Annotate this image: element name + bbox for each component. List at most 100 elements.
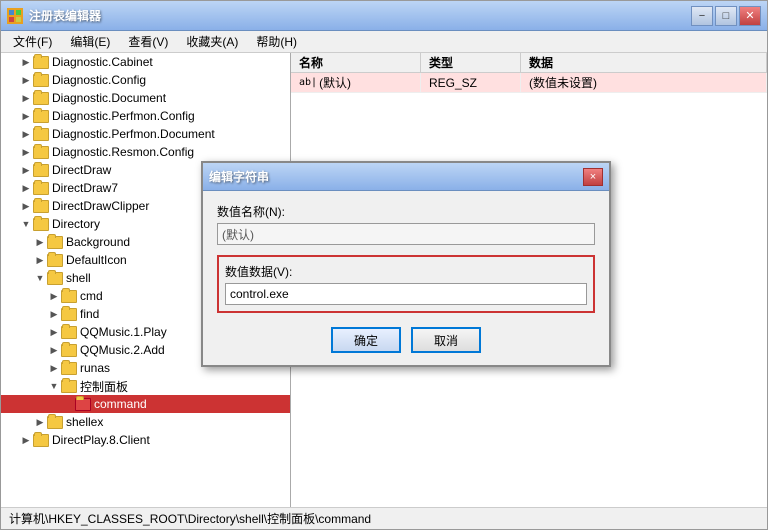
value-name-label: 数值名称(N): [217, 203, 595, 220]
expander-diagnostic-perfmon-config: ▶ [19, 109, 33, 123]
folder-icon [47, 271, 63, 285]
tree-label-controlpanel: 控制面板 [80, 378, 128, 395]
menu-file[interactable]: 文件(F) [5, 31, 60, 52]
expander-diagnostic-perfmon-document: ▶ [19, 127, 33, 141]
tree-item-diagnostic-resmon-config[interactable]: ▶ Diagnostic.Resmon.Config [1, 143, 290, 161]
tree-label-qqmusic1: QQMusic.1.Play [80, 325, 167, 339]
folder-icon [33, 181, 49, 195]
tree-label-defaulticon: DefaultIcon [66, 253, 127, 267]
dialog-close-button[interactable]: × [583, 168, 603, 186]
folder-icon [33, 91, 49, 105]
menu-edit[interactable]: 编辑(E) [62, 31, 118, 52]
tree-item-diagnostic-perfmon-config[interactable]: ▶ Diagnostic.Perfmon.Config [1, 107, 290, 125]
folder-icon [47, 235, 63, 249]
window-title: 注册表编辑器 [29, 7, 691, 24]
expander-diagnostic-config: ▶ [19, 73, 33, 87]
tree-label-shellex: shellex [66, 415, 103, 429]
tree-label-directory: Directory [52, 217, 100, 231]
tree-label-qqmusic2: QQMusic.2.Add [80, 343, 165, 357]
expander-command [61, 397, 75, 411]
tree-item-diagnostic-perfmon-document[interactable]: ▶ Diagnostic.Perfmon.Document [1, 125, 290, 143]
cell-name-default: ab|(默认) [291, 73, 421, 92]
cell-name-default-text: (默认) [319, 74, 351, 91]
expander-defaulticon: ▶ [33, 253, 47, 267]
right-header: 名称 类型 数据 [291, 53, 767, 73]
dialog-title-bar: 编辑字符串 × [203, 163, 609, 191]
col-type: 类型 [421, 53, 521, 72]
status-text: 计算机\HKEY_CLASSES_ROOT\Directory\shell\控制… [9, 510, 371, 527]
tree-label-diagnostic-resmon-config: Diagnostic.Resmon.Config [52, 145, 194, 159]
close-button[interactable]: ✕ [739, 6, 761, 26]
ok-button[interactable]: 确定 [331, 327, 401, 353]
expander-cmd: ▶ [47, 289, 61, 303]
menu-help[interactable]: 帮助(H) [248, 31, 305, 52]
registry-row-default[interactable]: ab|(默认) REG_SZ (数值未设置) [291, 73, 767, 93]
expander-shellex: ▶ [33, 415, 47, 429]
tree-label-directdrawclipper: DirectDrawClipper [52, 199, 149, 213]
cell-data-default: (数值未设置) [521, 73, 767, 92]
expander-background: ▶ [33, 235, 47, 249]
window-controls: − □ ✕ [691, 6, 761, 26]
maximize-button[interactable]: □ [715, 6, 737, 26]
tree-label-diagnostic-cabinet: Diagnostic.Cabinet [52, 55, 153, 69]
folder-icon [61, 379, 77, 393]
folder-icon [33, 73, 49, 87]
main-window: 注册表编辑器 − □ ✕ 文件(F) 编辑(E) 查看(V) 收藏夹(A) 帮助… [0, 0, 768, 530]
menu-view[interactable]: 查看(V) [120, 31, 176, 52]
value-data-input[interactable] [225, 283, 587, 305]
menu-favorites[interactable]: 收藏夹(A) [178, 31, 246, 52]
folder-icon [61, 307, 77, 321]
expander-directdrawclipper: ▶ [19, 199, 33, 213]
minimize-button[interactable]: − [691, 6, 713, 26]
dialog-buttons: 确定 取消 [217, 327, 595, 353]
tree-label-diagnostic-config: Diagnostic.Config [52, 73, 146, 87]
edit-string-dialog: 编辑字符串 × 数值名称(N): 数值数据(V): 确定 取消 [201, 161, 611, 367]
expander-directory: ▼ [19, 217, 33, 231]
tree-label-runas: runas [80, 361, 110, 375]
tree-label-command: command [94, 397, 147, 411]
folder-icon [47, 415, 63, 429]
value-data-label: 数值数据(V): [225, 263, 587, 280]
folder-icon [61, 361, 77, 375]
tree-label-directdraw: DirectDraw [52, 163, 111, 177]
folder-icon [33, 163, 49, 177]
folder-icon [33, 127, 49, 141]
tree-label-background: Background [66, 235, 130, 249]
tree-item-controlpanel[interactable]: ▼ 控制面板 [1, 377, 290, 395]
tree-label-diagnostic-perfmon-config: Diagnostic.Perfmon.Config [52, 109, 195, 123]
cancel-button[interactable]: 取消 [411, 327, 481, 353]
tree-item-diagnostic-cabinet[interactable]: ▶ Diagnostic.Cabinet [1, 53, 290, 71]
tree-item-diagnostic-config[interactable]: ▶ Diagnostic.Config [1, 71, 290, 89]
cell-type-default: REG_SZ [421, 73, 521, 92]
expander-directplay8client: ▶ [19, 433, 33, 447]
tree-item-shellex[interactable]: ▶ shellex [1, 413, 290, 431]
tree-label-diagnostic-perfmon-document: Diagnostic.Perfmon.Document [52, 127, 215, 141]
folder-icon [61, 289, 77, 303]
folder-icon [33, 199, 49, 213]
folder-icon [61, 343, 77, 357]
tree-item-command[interactable]: command [1, 395, 290, 413]
expander-diagnostic-resmon-config: ▶ [19, 145, 33, 159]
col-data: 数据 [521, 53, 767, 72]
expander-directdraw: ▶ [19, 163, 33, 177]
folder-icon [75, 397, 91, 411]
menu-bar: 文件(F) 编辑(E) 查看(V) 收藏夹(A) 帮助(H) [1, 31, 767, 53]
expander-directdraw7: ▶ [19, 181, 33, 195]
expander-diagnostic-cabinet: ▶ [19, 55, 33, 69]
expander-runas: ▶ [47, 361, 61, 375]
tree-item-diagnostic-document[interactable]: ▶ Diagnostic.Document [1, 89, 290, 107]
expander-qqmusic1: ▶ [47, 325, 61, 339]
dialog-body: 数值名称(N): 数值数据(V): 确定 取消 [203, 191, 609, 365]
folder-icon [33, 217, 49, 231]
dialog-title-text: 编辑字符串 [209, 168, 583, 185]
status-bar: 计算机\HKEY_CLASSES_ROOT\Directory\shell\控制… [1, 507, 767, 529]
tree-item-directplay8client[interactable]: ▶ DirectPlay.8.Client [1, 431, 290, 449]
tree-label-cmd: cmd [80, 289, 103, 303]
expander-shell: ▼ [33, 271, 47, 285]
col-name: 名称 [291, 53, 421, 72]
expander-qqmusic2: ▶ [47, 343, 61, 357]
app-icon [7, 8, 23, 24]
tree-label-shell: shell [66, 271, 91, 285]
folder-icon [47, 253, 63, 267]
value-name-input[interactable] [217, 223, 595, 245]
